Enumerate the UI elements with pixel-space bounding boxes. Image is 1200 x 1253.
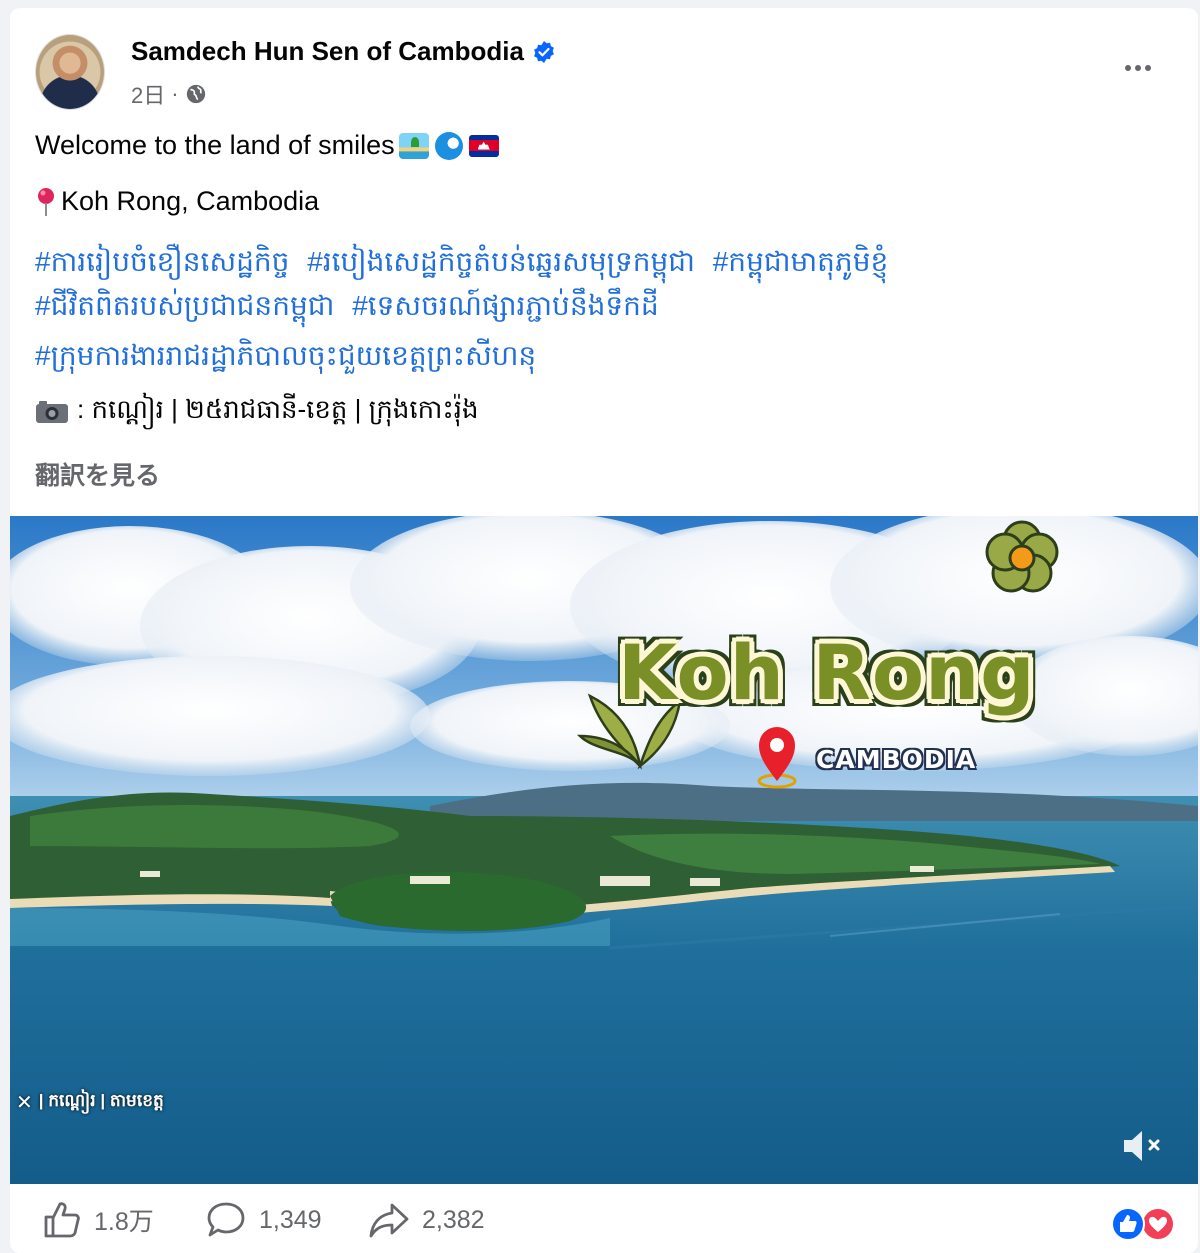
island-emoji-icon: [398, 132, 429, 159]
verified-badge-icon: [534, 40, 554, 63]
hashtag-link[interactable]: #ទេសចរណ៍ផ្សារភ្ជាប់នឹងទឹកដី: [352, 290, 659, 321]
post-text-line: Welcome to the land of smiles: [35, 130, 499, 161]
like-count: 1.8万: [94, 1208, 154, 1236]
love-reaction-icon: [1141, 1207, 1175, 1241]
hashtag-block: #ការរៀបចំខឿនសេដ្ឋកិច្ច #របៀងសេដ្ឋកិច្ចតំ…: [35, 240, 1175, 328]
mute-icon[interactable]: [1118, 1124, 1166, 1168]
author-row: Samdech Hun Sen of Cambodia: [131, 36, 556, 67]
post-footer: 1.8万 1,349 2,382: [10, 1192, 1198, 1253]
share-icon: [369, 1203, 409, 1238]
credit-text: : កណ្ដៀរ | ២៥រាជធានី-ខេត្ត | ក្រុងកោះរ៉ុ…: [77, 394, 479, 424]
hashtag-link[interactable]: #ក្រុមការងាររាជរដ្ឋាភិបាលចុះជួយខេត្តព្រះ…: [35, 338, 536, 379]
map-pin-icon: [757, 727, 797, 789]
like-reaction-icon: [1111, 1207, 1145, 1241]
globe-icon: [186, 84, 205, 104]
comment-icon: [207, 1202, 245, 1237]
share-count: 2,382: [422, 1205, 485, 1234]
watermark-logo-icon: ✕: [16, 1092, 33, 1114]
avatar[interactable]: [35, 34, 105, 110]
video-frame: [10, 516, 1198, 1184]
video-subtitle: CAMBODIA: [816, 745, 977, 774]
reaction-summary[interactable]: [1106, 1206, 1178, 1242]
like-icon: [44, 1202, 80, 1238]
see-translation-link[interactable]: 翻訳を見る: [35, 456, 160, 492]
wave-emoji-icon: [434, 131, 463, 160]
author-name[interactable]: Samdech Hun Sen of Cambodia: [131, 36, 524, 67]
more-options-button[interactable]: [1118, 48, 1158, 88]
share-button[interactable]: 2,382: [368, 1200, 485, 1240]
post-meta: 2日 ·: [131, 78, 207, 110]
hashtag-link[interactable]: #កម្ពុជាមាតុភូមិខ្ញុំ: [713, 246, 889, 277]
post-time[interactable]: 2日: [131, 78, 165, 110]
comment-count: 1,349: [259, 1205, 322, 1234]
hashtag-link[interactable]: #ជីវិតពិតរបស់ប្រជាជនកម្ពុជា: [35, 290, 334, 321]
comment-button[interactable]: 1,349: [205, 1200, 322, 1240]
post-text: Welcome to the land of smiles: [35, 130, 395, 160]
photo-credit: : កណ្ដៀរ | ២៥រាជធានី-ខេត្ត | ក្រុងកោះរ៉ុ…: [35, 393, 479, 431]
hashtag-link[interactable]: #ការរៀបចំខឿនសេដ្ឋកិច្ច: [35, 246, 289, 277]
hashtag-link[interactable]: #របៀងសេដ្ឋកិច្ចតំបន់ឆ្នេរសមុទ្រកម្ពុជា: [307, 246, 695, 277]
video-watermark: ✕ | កណ្ដៀរ | តាមខេត្ត: [16, 1090, 164, 1115]
location-text: Koh Rong, Cambodia: [61, 186, 320, 216]
watermark-text: | កណ្ដៀរ | តាមខេត្ត: [38, 1091, 164, 1110]
video-player[interactable]: Koh Rong CAMBODIA ✕ | កណ្ដៀរ | តាមខេត្ត: [10, 516, 1198, 1184]
post-card: Samdech Hun Sen of Cambodia 2日 · Welcome…: [10, 8, 1198, 1253]
meta-separator: ·: [171, 81, 179, 106]
location-line: Koh Rong, Cambodia: [35, 186, 319, 217]
more-icon: [1125, 65, 1131, 71]
pin-icon: [38, 187, 54, 216]
like-button[interactable]: 1.8万: [42, 1200, 154, 1240]
video-title: Koh Rong: [618, 628, 1036, 717]
cambodia-flag-icon: [468, 134, 499, 157]
camera-icon: [36, 401, 68, 423]
post-header: Samdech Hun Sen of Cambodia 2日 ·: [10, 8, 1198, 118]
